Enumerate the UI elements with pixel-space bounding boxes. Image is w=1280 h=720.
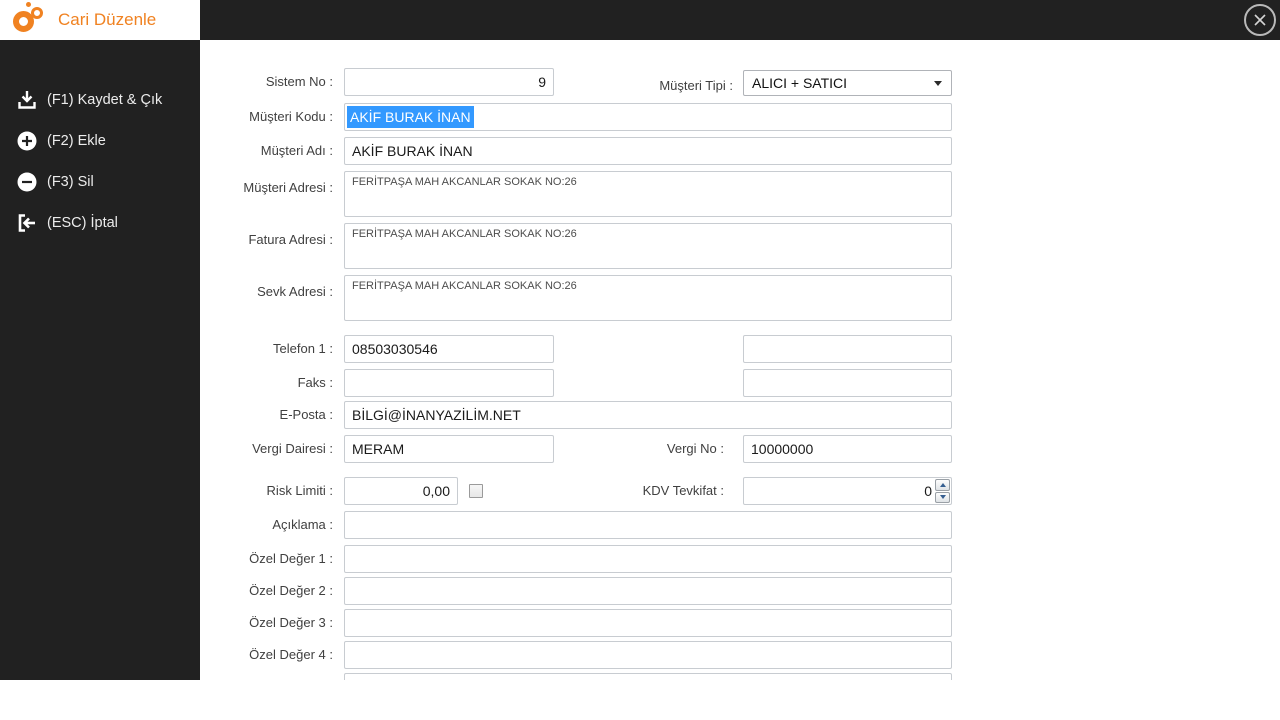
form-area: Sistem No : Müşteri Tipi : ALICI + SATIC… [200,40,1280,680]
spinner-buttons [934,478,951,504]
fatura-adresi-textarea[interactable]: FERİTPAŞA MAH AKCANLAR SOKAK NO:26 [344,223,952,269]
save-download-icon [16,89,38,111]
triangle-down-icon [939,495,946,500]
ozel-deger-4-label: Özel Değer 4 : [249,647,333,662]
risk-limiti-label: Risk Limiti : [266,483,333,498]
ozel-deger-4-input[interactable] [344,641,952,669]
aciklama-input[interactable] [344,511,952,539]
ozel-deger-2-label: Özel Değer 2 : [249,583,333,598]
musteri-adi-input[interactable] [344,137,952,165]
kdv-tevkifat-label: KDV Tevkifat : [642,483,724,498]
telefon-2-input[interactable] [743,335,952,363]
musteri-tipi-select[interactable]: ALICI + SATICI [743,70,952,96]
musteri-kodu-label: Müşteri Kodu : [249,109,333,124]
sidebar-item-label: (F2) Ekle [47,133,106,149]
ozel-deger-3-input[interactable] [344,609,952,637]
sidebar-item-cancel[interactable]: (ESC) İptal [0,209,200,237]
sidebar-item-save-exit[interactable]: (F1) Kaydet & Çık [0,86,200,114]
vergi-no-input[interactable] [743,435,952,463]
page-header: Cari Düzenle [0,0,200,40]
risk-limiti-checkbox[interactable] [469,484,483,498]
telefon-1-input[interactable] [344,335,554,363]
sidebar-item-label: (F3) Sil [47,174,94,190]
app-window: Cari Düzenle (F1) Kaydet & Çık (F2) Ekle [0,0,1280,720]
ozel-deger-5-input[interactable] [344,673,952,680]
minus-circle-icon [16,171,38,193]
exit-arrow-icon [16,212,38,234]
musteri-tipi-selected-value: ALICI + SATICI [752,75,848,91]
faks-input[interactable] [344,369,554,397]
musteri-adi-label: Müşteri Adı : [260,143,333,158]
page-title: Cari Düzenle [58,10,157,29]
e-posta-label: E-Posta : [279,407,333,422]
triangle-up-icon [939,482,946,487]
sidebar: (F1) Kaydet & Çık (F2) Ekle (F3) Sil (ES… [0,40,200,680]
spin-down-button[interactable] [935,491,950,503]
ozel-deger-2-input[interactable] [344,577,952,605]
musteri-kodu-selected-text: AKİF BURAK İNAN [347,106,474,128]
footer-bar: KOBiJET 19:29 | 16.01.2018 Salı [0,680,1280,720]
musteri-tipi-label: Müşteri Tipi : [659,78,733,93]
vergi-no-label: Vergi No : [666,441,724,456]
musteri-adresi-label: Müşteri Adresi : [243,180,333,195]
musteri-adresi-textarea[interactable]: FERİTPAŞA MAH AKCANLAR SOKAK NO:26 [344,171,952,217]
sevk-adresi-label: Sevk Adresi : [257,284,333,299]
sidebar-item-label: (F1) Kaydet & Çık [47,92,163,108]
close-button[interactable] [1244,4,1276,36]
e-posta-input[interactable] [344,401,952,429]
aciklama-label: Açıklama : [272,517,333,532]
app-logo-bubble-icon [31,7,43,19]
spin-up-button[interactable] [935,479,950,491]
sidebar-item-add[interactable]: (F2) Ekle [0,127,200,155]
close-icon [1254,14,1266,26]
ozel-deger-3-label: Özel Değer 3 : [249,615,333,630]
sevk-adresi-textarea[interactable]: FERİTPAŞA MAH AKCANLAR SOKAK NO:26 [344,275,952,321]
title-bar [200,0,1280,40]
telefon-1-label: Telefon 1 : [273,341,333,356]
app-logo-dot-icon [26,2,31,7]
ozel-deger-1-label: Özel Değer 1 : [249,551,333,566]
sistem-no-input[interactable] [344,68,554,96]
faks-label: Faks : [297,375,333,390]
vergi-dairesi-input[interactable] [344,435,554,463]
musteri-kodu-input[interactable]: AKİF BURAK İNAN [344,103,952,131]
kdv-tevkifat-value: 0 [924,483,932,499]
sidebar-item-label: (ESC) İptal [47,215,118,231]
faks-2-input[interactable] [743,369,952,397]
kdv-tevkifat-spinner[interactable]: 0 [743,477,952,505]
risk-limiti-input[interactable] [344,477,458,505]
plus-circle-icon [16,130,38,152]
fatura-adresi-label: Fatura Adresi : [248,232,333,247]
sidebar-item-delete[interactable]: (F3) Sil [0,168,200,196]
vergi-dairesi-label: Vergi Dairesi : [252,441,333,456]
chevron-down-icon [934,80,942,86]
ozel-deger-1-input[interactable] [344,545,952,573]
sistem-no-label: Sistem No : [265,74,333,89]
